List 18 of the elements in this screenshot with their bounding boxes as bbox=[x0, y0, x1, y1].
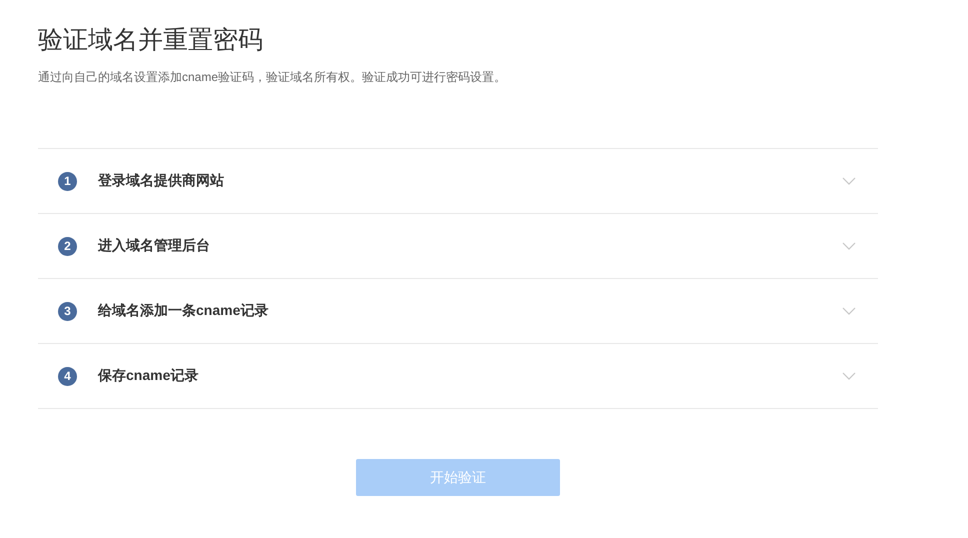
page-title: 验证域名并重置密码 bbox=[38, 25, 264, 56]
step-number: 3 bbox=[58, 302, 77, 320]
step-number: 1 bbox=[58, 172, 77, 190]
step-row[interactable]: 1 登录域名提供商网站 bbox=[38, 149, 878, 214]
step-row[interactable]: 2 进入域名管理后台 bbox=[38, 214, 878, 279]
step-row[interactable]: 3 给域名添加一条cname记录 bbox=[38, 279, 878, 344]
chevron-down-icon[interactable] bbox=[842, 372, 856, 380]
chevron-down-icon[interactable] bbox=[842, 242, 856, 250]
step-title: 保存cname记录 bbox=[98, 367, 200, 385]
chevron-down-icon[interactable] bbox=[842, 177, 856, 185]
step-title: 给域名添加一条cname记录 bbox=[98, 302, 270, 320]
step-title: 进入域名管理后台 bbox=[98, 237, 211, 255]
step-title: 登录域名提供商网站 bbox=[98, 172, 225, 190]
step-number: 4 bbox=[58, 366, 77, 386]
chevron-down-icon[interactable] bbox=[842, 307, 856, 315]
step-number: 2 bbox=[58, 236, 77, 256]
page-description: 通过向自己的域名设置添加cname验证码，验证域名所有权。验证成功可进行密码设置。 bbox=[38, 69, 508, 86]
step-row[interactable]: 4 保存cname记录 bbox=[38, 344, 878, 409]
